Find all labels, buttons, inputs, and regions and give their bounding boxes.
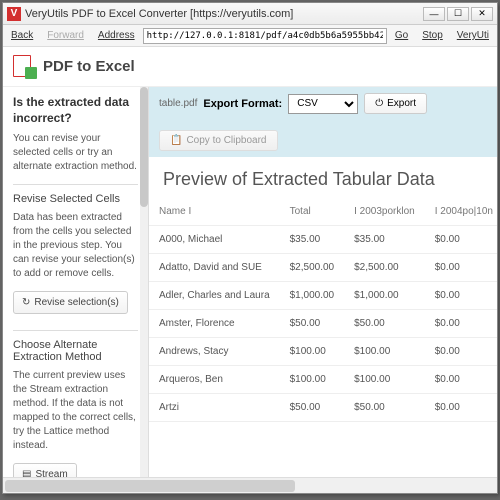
revise-body: Data has been extracted from the cells y…: [13, 211, 138, 281]
filename-label: table.pdf: [159, 98, 197, 109]
copy-clipboard-label: Copy to Clipboard: [186, 135, 266, 146]
table-cell: Amster, Florence: [149, 310, 280, 338]
format-label: Export Format:: [203, 98, 282, 110]
table-cell: $50.00: [280, 310, 345, 338]
table-cell: A000, Michael: [149, 226, 280, 254]
table-cell: $0.00: [425, 366, 497, 394]
nav-toolbar: Back Forward Address Go Stop VeryUti: [3, 25, 497, 47]
table-cell: $0.00: [425, 254, 497, 282]
table-cell: $0.00: [425, 310, 497, 338]
revise-selection-label: Revise selection(s): [34, 297, 118, 308]
divider: [13, 184, 138, 185]
table-cell: $50.00: [280, 394, 345, 422]
table-cell: $2,500.00: [344, 254, 425, 282]
address-label: Address: [92, 27, 141, 44]
export-button[interactable]: ⏻ Export: [364, 93, 427, 114]
table-row[interactable]: Adler, Charles and Laura$1,000.00$1,000.…: [149, 282, 497, 310]
alt-method-body: The current preview uses the Stream extr…: [13, 369, 138, 453]
stop-button[interactable]: Stop: [416, 27, 449, 44]
preview-heading: Preview of Extracted Tabular Data: [149, 157, 497, 198]
table-row[interactable]: Andrews, Stacy$100.00$100.00$0.00$100: [149, 338, 497, 366]
table-cell: $100.00: [280, 366, 345, 394]
forward-button: Forward: [41, 27, 90, 44]
page-title: PDF to Excel: [43, 58, 135, 75]
table-cell: $100.00: [344, 338, 425, 366]
brand-link[interactable]: VeryUti: [451, 27, 495, 44]
page-content: PDF to Excel Is the extracted data incor…: [3, 47, 497, 493]
page-header: PDF to Excel: [3, 47, 497, 87]
table-cell: $35.00: [280, 226, 345, 254]
app-icon: V: [7, 7, 21, 21]
go-button[interactable]: Go: [389, 27, 414, 44]
data-table: Name ITotalI 2003porklonI 2004po|10ntota…: [149, 198, 497, 422]
copy-clipboard-button[interactable]: 📋 Copy to Clipboard: [159, 130, 278, 151]
export-controls: table.pdf Export Format: CSV ⏻ Export 📋 …: [149, 87, 497, 157]
table-cell: $0.00: [425, 394, 497, 422]
table-cell: $35.00: [344, 226, 425, 254]
column-header: I 2004po|10n: [425, 198, 497, 226]
pdf-excel-icon: [13, 55, 37, 79]
sidebar-scroll-thumb[interactable]: [140, 87, 148, 207]
refresh-icon: ↻: [22, 297, 30, 308]
horizontal-scroll-thumb[interactable]: [5, 480, 295, 492]
window-controls: — ☐ ✕: [423, 7, 493, 21]
minimize-button[interactable]: —: [423, 7, 445, 21]
table-row[interactable]: Artzi$50.00$50.00$0.00$50.0: [149, 394, 497, 422]
table-cell: Adatto, David and SUE: [149, 254, 280, 282]
table-header-row: Name ITotalI 2003porklonI 2004po|10ntota…: [149, 198, 497, 226]
table-cell: $0.00: [425, 226, 497, 254]
table-row[interactable]: Arqueros, Ben$100.00$100.00$0.00$100: [149, 366, 497, 394]
sidebar-scrollbar[interactable]: [140, 87, 148, 477]
table-cell: $0.00: [425, 338, 497, 366]
table-row[interactable]: A000, Michael$35.00$35.00$0.00$35.0: [149, 226, 497, 254]
power-icon: ⏻: [375, 98, 383, 109]
table-row[interactable]: Amster, Florence$50.00$50.00$0.00$50.0: [149, 310, 497, 338]
table-cell: Adler, Charles and Laura: [149, 282, 280, 310]
titlebar: V VeryUtils PDF to Excel Converter [http…: [3, 3, 497, 25]
table-cell: Arqueros, Ben: [149, 366, 280, 394]
alt-method-title: Choose Alternate Extraction Method: [13, 339, 138, 363]
table-cell: $100.00: [280, 338, 345, 366]
table-cell: $100.00: [344, 366, 425, 394]
list-icon: ▤: [22, 469, 31, 477]
sidebar: Is the extracted data incorrect? You can…: [3, 87, 149, 477]
revise-selection-button[interactable]: ↻ Revise selection(s): [13, 291, 128, 314]
revise-title: Revise Selected Cells: [13, 193, 138, 205]
table-cell: $0.00: [425, 282, 497, 310]
format-select[interactable]: CSV: [288, 94, 358, 114]
body-row: Is the extracted data incorrect? You can…: [3, 87, 497, 477]
export-label: Export: [387, 98, 416, 109]
sidebar-question-body: You can revise your selected cells or tr…: [13, 132, 138, 174]
address-input[interactable]: [143, 28, 387, 44]
stream-method-button[interactable]: ▤ Stream: [13, 463, 77, 477]
table-body: A000, Michael$35.00$35.00$0.00$35.0Adatt…: [149, 226, 497, 422]
stream-method-label: Stream: [35, 469, 67, 477]
table-row[interactable]: Adatto, David and SUE$2,500.00$2,500.00$…: [149, 254, 497, 282]
column-header: Name I: [149, 198, 280, 226]
clipboard-icon: 📋: [170, 135, 182, 146]
table-cell: $50.00: [344, 394, 425, 422]
table-cell: Andrews, Stacy: [149, 338, 280, 366]
main-panel: table.pdf Export Format: CSV ⏻ Export 📋 …: [149, 87, 497, 477]
table-cell: $50.00: [344, 310, 425, 338]
app-window: V VeryUtils PDF to Excel Converter [http…: [2, 2, 498, 494]
close-button[interactable]: ✕: [471, 7, 493, 21]
table-cell: $2,500.00: [280, 254, 345, 282]
window-title: VeryUtils PDF to Excel Converter [https:…: [25, 8, 423, 20]
divider: [13, 330, 138, 331]
horizontal-scrollbar[interactable]: [3, 477, 497, 493]
table-cell: Artzi: [149, 394, 280, 422]
table-cell: $1,000.00: [344, 282, 425, 310]
back-button[interactable]: Back: [5, 27, 39, 44]
maximize-button[interactable]: ☐: [447, 7, 469, 21]
column-header: Total: [280, 198, 345, 226]
column-header: I 2003porklon: [344, 198, 425, 226]
sidebar-question-title: Is the extracted data incorrect?: [13, 95, 138, 126]
table-cell: $1,000.00: [280, 282, 345, 310]
table-scroll[interactable]: Name ITotalI 2003porklonI 2004po|10ntota…: [149, 198, 497, 477]
